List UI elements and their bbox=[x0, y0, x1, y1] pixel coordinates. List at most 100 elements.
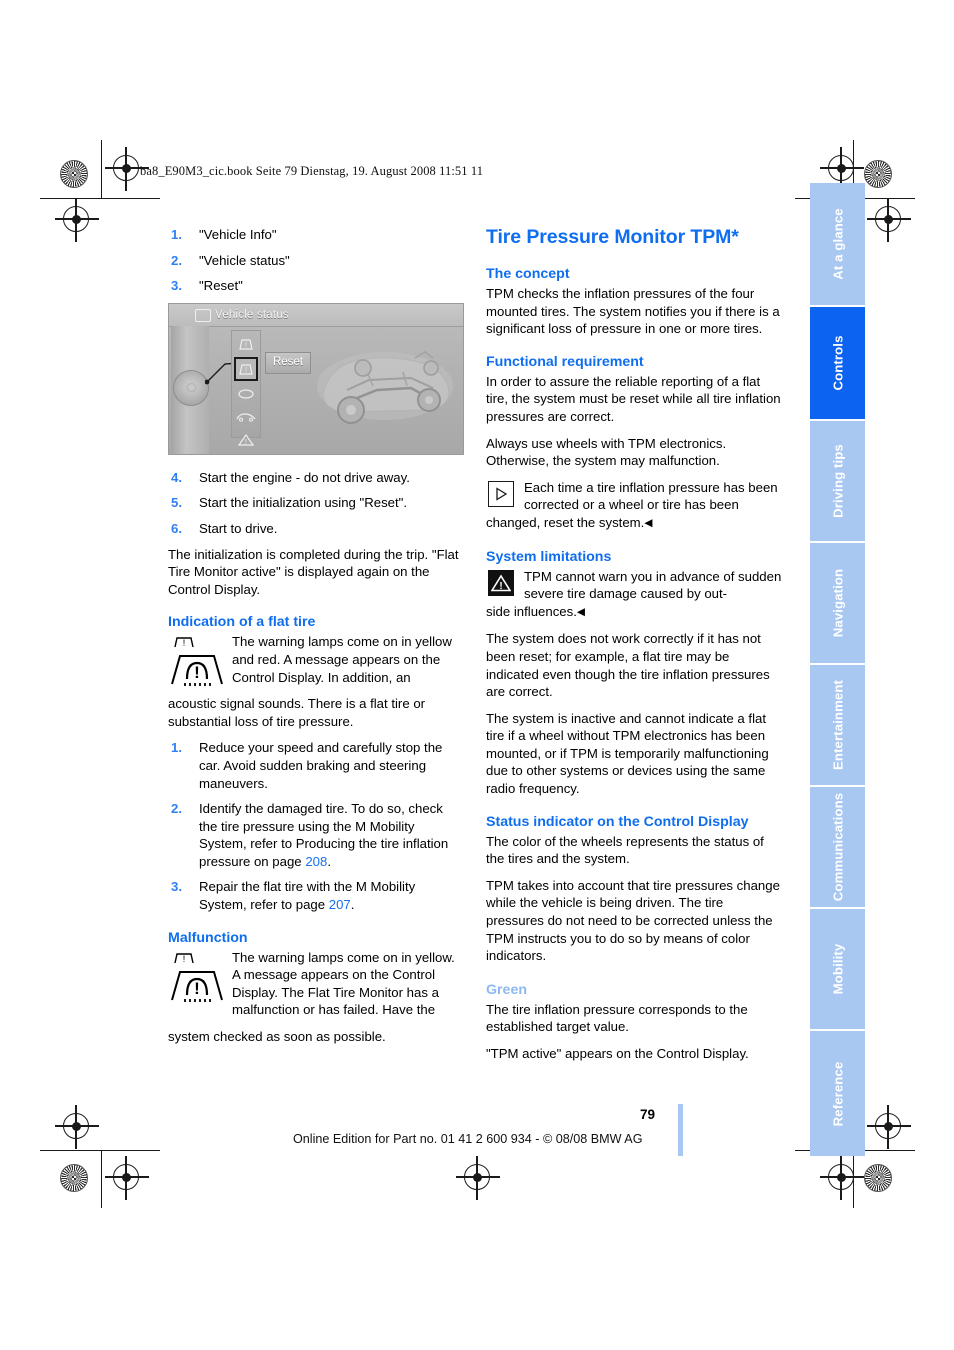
registration-rosette-bottom-right bbox=[864, 1164, 892, 1192]
page-title: Tire Pressure Monitor TPM* bbox=[486, 226, 739, 248]
warning-block: ! TPM cannot warn you in advance of sudd… bbox=[486, 568, 782, 603]
svg-text:!: ! bbox=[194, 979, 200, 998]
initialization-note: The initialization is completed during t… bbox=[168, 546, 459, 597]
step-text-tail: . bbox=[327, 853, 331, 869]
malfunction-warning-runover: system checked as soon as possible. bbox=[168, 1029, 386, 1045]
registration-target-lower-right bbox=[867, 1105, 911, 1149]
top-step-list: 1. "Vehicle Info" 2. "Vehicle status" 3.… bbox=[168, 226, 464, 295]
heading-functional-requirement: Functional requirement bbox=[486, 353, 644, 370]
step-number: 6. bbox=[171, 520, 182, 536]
registration-rosette-top-left bbox=[60, 160, 88, 188]
menu-item-car[interactable] bbox=[234, 407, 258, 427]
step-text: Start the engine - do not drive away. bbox=[199, 469, 410, 485]
crop-mark-bottom-left-horizontal bbox=[40, 1150, 160, 1152]
step-number: 3. bbox=[171, 879, 182, 895]
heading-malfunction: Malfunction bbox=[168, 929, 248, 946]
svg-text:!: ! bbox=[245, 439, 247, 446]
vehicle-icon bbox=[195, 308, 211, 322]
green-paragraph-1: The tire inflation pressure corresponds … bbox=[486, 1001, 748, 1035]
sidebar-item-label: Controls bbox=[830, 335, 845, 391]
figure-reset-button[interactable]: Reset bbox=[265, 351, 312, 375]
section-tab-strip: At a glance Controls Driving tips Naviga… bbox=[810, 183, 865, 1158]
registration-rosette-bottom-left bbox=[60, 1164, 88, 1192]
registration-target-mid-left bbox=[55, 198, 99, 242]
sidebar-item-navigation[interactable]: Navigation bbox=[810, 543, 865, 665]
note-text: Each time a tire inflation pressure has … bbox=[524, 479, 778, 513]
page-reference-207[interactable]: 207 bbox=[329, 897, 351, 912]
warning-icon-slot: ! bbox=[486, 568, 520, 596]
step-text: "Reset" bbox=[199, 278, 243, 294]
registration-target-bottom-center bbox=[456, 1156, 500, 1200]
note-icon-slot bbox=[486, 479, 520, 507]
list-item: 2. "Vehicle status" bbox=[168, 252, 464, 270]
registration-target-top-left bbox=[105, 147, 149, 191]
sidebar-item-label: Navigation bbox=[830, 568, 845, 638]
heading-the-concept: The concept bbox=[486, 266, 570, 282]
note-block: Each time a tire inflation pressure has … bbox=[486, 479, 782, 514]
flat-tire-warning-runover: acoustic signal sounds. There is a flat … bbox=[168, 696, 426, 729]
heading-indication-flat-tire: Indication of a flat tire bbox=[168, 614, 316, 631]
heading-green: Green bbox=[486, 981, 528, 998]
step-number: 5. bbox=[171, 495, 182, 511]
warning-runover-text: side influences. bbox=[486, 603, 577, 619]
step-text: Start to drive. bbox=[199, 520, 278, 536]
svg-text:!: ! bbox=[499, 581, 502, 592]
menu-item-tire-pressure-1[interactable]: ! bbox=[234, 334, 258, 354]
sidebar-item-entertainment[interactable]: Entertainment bbox=[810, 665, 865, 787]
sidebar-item-mobility[interactable]: Mobility bbox=[810, 909, 865, 1031]
heading-status-indicator: Status indicator on the Control Display bbox=[486, 813, 749, 830]
list-item: 6. Start to drive. bbox=[168, 520, 464, 538]
note-triangle-icon bbox=[488, 480, 514, 507]
step-number: 1. bbox=[171, 740, 182, 756]
sidebar-item-label: Entertainment bbox=[830, 680, 845, 770]
registration-target-lower-left bbox=[55, 1105, 99, 1149]
menu-item-brake[interactable] bbox=[234, 384, 258, 404]
status-paragraph-2: TPM takes into account that tire pressur… bbox=[486, 877, 780, 964]
flat-tire-warning-block: ! ! The warning lamps come on in yellow … bbox=[168, 633, 464, 689]
list-item: 1. "Vehicle Info" bbox=[168, 226, 464, 244]
sidebar-item-label: Driving tips bbox=[830, 444, 845, 518]
idrive-controller-knob bbox=[173, 369, 209, 406]
concept-paragraph: TPM checks the inflation pressures of th… bbox=[486, 286, 780, 337]
svg-text:!: ! bbox=[194, 663, 200, 682]
functional-paragraph-2: Always use wheels with TPM electronics. … bbox=[486, 435, 727, 469]
svg-text:!: ! bbox=[245, 367, 247, 374]
idrive-vehicle-status-figure: Vehicle status ! ! ! Reset bbox=[168, 302, 464, 455]
menu-item-tire-pressure-selected[interactable]: ! bbox=[234, 356, 258, 381]
step-text: Reduce your speed and carefully stop the… bbox=[199, 740, 443, 791]
figure-title-bar bbox=[169, 303, 463, 327]
sidebar-item-reference[interactable]: Reference bbox=[810, 1031, 865, 1156]
sidebar-item-label: At a glance bbox=[830, 208, 845, 280]
step-number: 2. bbox=[171, 252, 182, 268]
vehicle-status-menu[interactable]: ! ! ! bbox=[231, 329, 261, 446]
sidebar-item-at-a-glance[interactable]: At a glance bbox=[810, 183, 865, 307]
tire-pressure-warning-large-icon: ! bbox=[171, 970, 223, 1002]
page-number: 79 bbox=[640, 1107, 656, 1122]
crop-mark-top-vertical bbox=[101, 140, 103, 198]
step-text: Repair the flat tire with the M Mobility… bbox=[199, 879, 416, 913]
note-runover: changed, reset the system.◀ bbox=[486, 514, 782, 533]
malfunction-warning-block: ! ! The warning lamps come on in yellow.… bbox=[168, 949, 464, 1019]
menu-item-warning-triangle[interactable]: ! bbox=[234, 430, 258, 450]
step-text: "Vehicle Info" bbox=[199, 227, 277, 242]
sidebar-item-driving-tips[interactable]: Driving tips bbox=[810, 421, 865, 543]
warning-end-marker: ◀ bbox=[576, 605, 585, 618]
step-number: 1. bbox=[171, 227, 182, 242]
limitations-paragraph-3: The system is inactive and cannot indica… bbox=[486, 710, 769, 797]
car-chassis-illustration bbox=[317, 350, 453, 424]
crop-mark-bottom-vertical bbox=[101, 1150, 103, 1208]
sidebar-item-label: Mobility bbox=[830, 943, 845, 995]
sidebar-item-controls[interactable]: Controls bbox=[810, 307, 865, 421]
heading-system-limitations: System limitations bbox=[486, 548, 612, 565]
print-slug-line: ba8_E90M3_cic.book Seite 79 Dienstag, 19… bbox=[140, 164, 484, 178]
registration-target-top-right bbox=[820, 147, 864, 191]
status-paragraph-1: The color of the wheels represents the s… bbox=[486, 833, 764, 867]
warning-text: TPM cannot warn you in advance of sudden… bbox=[524, 568, 782, 602]
flat-tire-icon-group: ! ! bbox=[168, 633, 228, 689]
list-item: 4. Start the engine - do not drive away. bbox=[168, 469, 464, 487]
svg-text:!: ! bbox=[183, 954, 186, 964]
page-reference-208[interactable]: 208 bbox=[305, 854, 327, 869]
list-item: 2. Identify the damaged tire. To do so, … bbox=[168, 800, 464, 870]
sidebar-item-communications[interactable]: Communications bbox=[810, 787, 865, 909]
sidebar-item-label: Communications bbox=[830, 792, 845, 902]
